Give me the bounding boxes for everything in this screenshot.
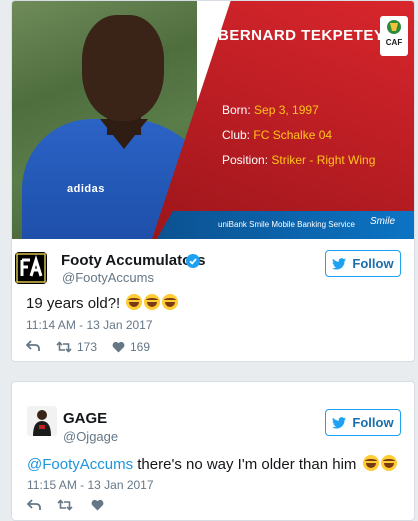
- mention-link[interactable]: @FootyAccums: [27, 456, 133, 473]
- reply-icon: [27, 499, 41, 510]
- kit-logo: adidas: [67, 183, 105, 195]
- tears-of-joy-emoji-icon: [126, 294, 143, 310]
- retweet-icon: [56, 341, 72, 353]
- like-button[interactable]: 169: [112, 340, 150, 354]
- player-facts: Born: Sep 3, 1997 Club: FC Schalke 04 Po…: [222, 98, 375, 173]
- like-count: 169: [130, 340, 151, 354]
- tears-of-joy-emoji-icon: [380, 455, 397, 471]
- player-graphic[interactable]: adidas BERNARD TEKPETEY CAF Born: Sep 3,…: [12, 1, 414, 239]
- smile-logo: Smile: [370, 216, 396, 227]
- avatar-footy[interactable]: [15, 252, 47, 284]
- retweet-button[interactable]: [57, 499, 73, 511]
- follow-button[interactable]: Follow: [325, 250, 401, 277]
- tears-of-joy-emoji-icon: [144, 294, 161, 310]
- display-name[interactable]: Footy Accumulators: [61, 252, 205, 269]
- like-button[interactable]: [91, 499, 104, 511]
- avatar-gage[interactable]: [27, 406, 57, 436]
- twitter-bird-icon: [332, 257, 347, 270]
- fact-position: Position: Striker - Right Wing: [222, 153, 376, 167]
- caf-logo: CAF: [380, 16, 408, 56]
- tweet-text: 19 years old?!: [26, 294, 179, 312]
- follow-button[interactable]: Follow: [325, 409, 401, 436]
- svg-text:CAF: CAF: [386, 38, 403, 47]
- tears-of-joy-emoji-icon: [162, 294, 179, 310]
- fact-club: Club: FC Schalke 04: [222, 128, 333, 142]
- heart-icon: [91, 499, 104, 511]
- tweet-text: @FootyAccums there's no way I'm older th…: [27, 455, 397, 473]
- reply-icon: [26, 340, 40, 351]
- user-handle[interactable]: @Ojgage: [63, 429, 118, 444]
- user-handle[interactable]: @FootyAccums: [62, 270, 154, 285]
- sponsor-text: uniBank Smile Mobile Banking Service: [218, 220, 355, 229]
- tears-of-joy-emoji-icon: [362, 455, 379, 471]
- tweet-timestamp[interactable]: 11:14 AM - 13 Jan 2017: [26, 318, 153, 332]
- verified-icon: [186, 254, 200, 268]
- retweet-button[interactable]: 173: [56, 340, 97, 354]
- tweet-timestamp[interactable]: 11:15 AM - 13 Jan 2017: [27, 478, 154, 492]
- display-name[interactable]: GAGE: [63, 410, 107, 427]
- twitter-bird-icon: [332, 416, 347, 429]
- fact-born: Born: Sep 3, 1997: [222, 103, 319, 117]
- heart-icon: [112, 341, 125, 353]
- reply-button[interactable]: [27, 499, 41, 511]
- retweet-icon: [57, 499, 73, 511]
- person-icon: [33, 410, 51, 436]
- reply-button[interactable]: [26, 340, 40, 352]
- retweet-count: 173: [77, 340, 98, 354]
- player-name: BERNARD TEKPETEY: [218, 27, 385, 44]
